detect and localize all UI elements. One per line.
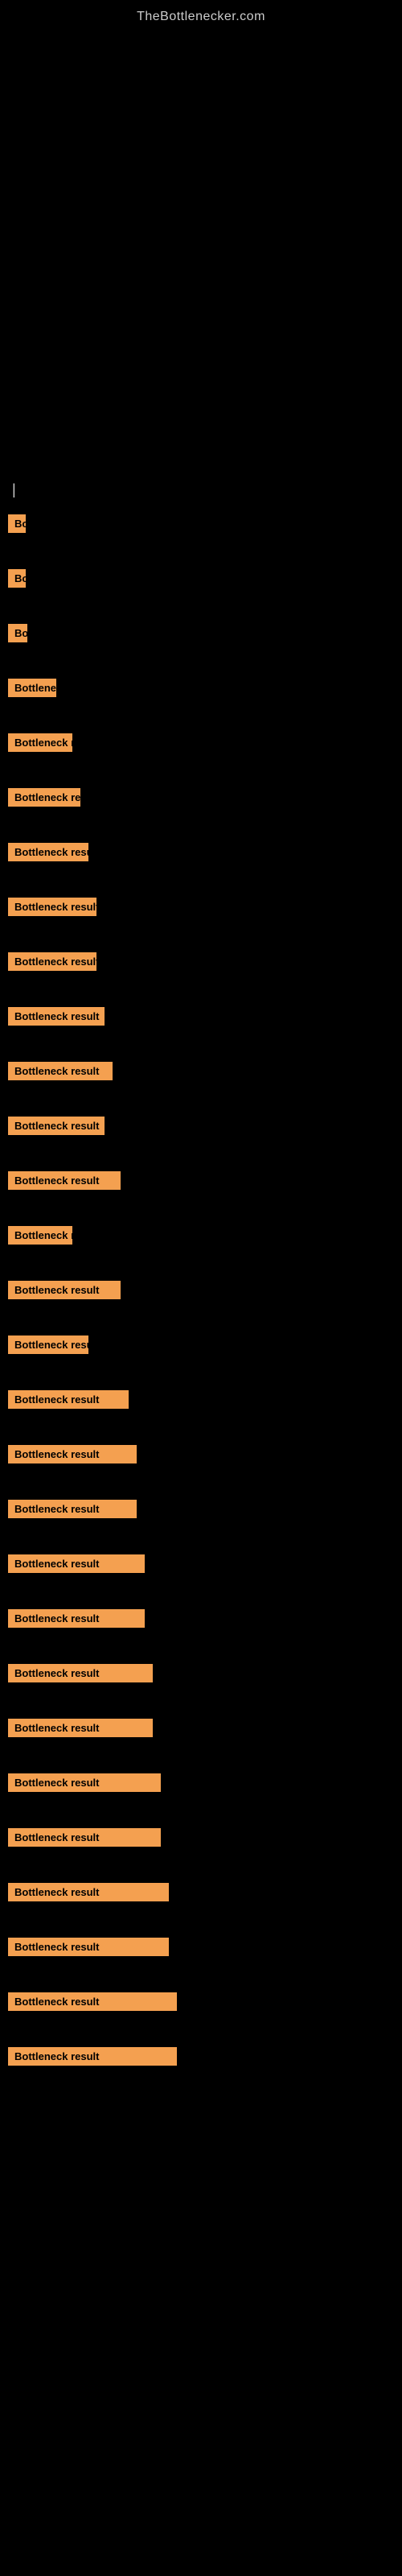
list-item: Bottleneck result [8, 514, 394, 553]
bottleneck-result-badge[interactable]: Bottleneck result [8, 1938, 169, 1956]
bottleneck-result-badge[interactable]: Bottleneck result [8, 1609, 145, 1628]
list-item: Bottleneck result [8, 1445, 394, 1484]
bottleneck-result-badge[interactable]: Bottleneck result [8, 1007, 105, 1026]
bottleneck-result-badge[interactable]: Bottleneck result [8, 1335, 88, 1354]
site-title: TheBottlenecker.com [0, 0, 402, 31]
list-item: Bottleneck result [8, 898, 394, 936]
list-item: Bottleneck result [8, 788, 394, 827]
list-item: Bottleneck result [8, 1554, 394, 1593]
bottleneck-result-badge[interactable]: Bottleneck result [8, 1171, 121, 1190]
bottleneck-list: Bottleneck result Bottleneck result Bottle… [8, 514, 394, 2086]
list-item: Bottleneck result [8, 1883, 394, 1922]
cursor-indicator: | [8, 481, 394, 498]
bottleneck-result-badge[interactable]: Bottleneck result [8, 1281, 121, 1299]
list-item: Bottleneck result [8, 1062, 394, 1100]
list-item: Bottleneck result [8, 2047, 394, 2086]
bottleneck-result-badge[interactable]: Bottleneck result [8, 1390, 129, 1409]
bottleneck-result-badge[interactable]: Bottleneck result [8, 1445, 137, 1463]
bottleneck-result-badge[interactable]: Bottleneck result [8, 624, 27, 642]
bottleneck-result-badge[interactable]: Bottleneck result [8, 514, 26, 533]
list-item: Bottleneck result [8, 1664, 394, 1703]
list-item: Bottleneck result [8, 1773, 394, 1812]
list-item: Bottleneck result [8, 733, 394, 772]
bottleneck-result-badge[interactable]: Bottleneck result [8, 1062, 113, 1080]
list-item: Bottleneck result [8, 843, 394, 881]
list-item: Bottleneck result [8, 1609, 394, 1648]
bottleneck-result-badge[interactable]: Bottleneck result [8, 1500, 137, 1518]
list-item: Bottleneck result [8, 1117, 394, 1155]
bottleneck-result-badge[interactable]: Bottleneck result [8, 1554, 145, 1573]
bottleneck-result-badge[interactable]: Bottleneck result [8, 569, 26, 588]
list-item: Bottleneck result [8, 1390, 394, 1429]
bottleneck-result-badge[interactable]: Bottleneck result [8, 952, 96, 971]
list-item: Bottleneck result [8, 1828, 394, 1867]
bottleneck-result-badge[interactable]: Bottleneck result [8, 1117, 105, 1135]
bottleneck-result-badge[interactable]: Bottleneck result [8, 1664, 153, 1682]
list-item: Bottleneck result [8, 1226, 394, 1265]
list-item: Bottleneck result [8, 679, 394, 717]
list-item: Bottleneck result [8, 1281, 394, 1319]
list-item: Bottleneck result [8, 1500, 394, 1538]
site-header: TheBottlenecker.com [0, 0, 402, 31]
bottleneck-result-badge[interactable]: Bottleneck result [8, 1828, 161, 1847]
list-item: Bottleneck result [8, 1171, 394, 1210]
bottleneck-result-badge[interactable]: Bottleneck result [8, 2047, 177, 2066]
bottleneck-result-badge[interactable]: Bottleneck result [8, 1719, 153, 1737]
list-item: Bottleneck result [8, 1007, 394, 1046]
bottleneck-result-badge[interactable]: Bottleneck result [8, 843, 88, 861]
bottleneck-result-badge[interactable]: Bottleneck result [8, 733, 72, 752]
list-item: Bottleneck result [8, 1992, 394, 2031]
bottleneck-result-badge[interactable]: Bottleneck result [8, 898, 96, 916]
list-item: Bottleneck result [8, 1719, 394, 1757]
bottleneck-result-badge[interactable]: Bottleneck result [8, 788, 80, 807]
list-item: Bottleneck result [8, 1938, 394, 1976]
bottleneck-result-badge[interactable]: Bottleneck result [8, 1773, 161, 1792]
main-content: | Bottleneck resultBottleneck resultBott… [0, 481, 402, 2086]
bottleneck-result-badge[interactable]: Bottleneck result [8, 1992, 177, 2011]
bottleneck-result-badge[interactable]: Bottleneck result [8, 1226, 72, 1245]
list-item: Bottleneck result [8, 569, 394, 608]
list-item: Bottleneck result [8, 1335, 394, 1374]
bottleneck-result-badge[interactable]: Bottleneck result [8, 1883, 169, 1901]
bottleneck-result-badge[interactable]: Bottleneck result [8, 679, 56, 697]
list-item: Bottleneck result [8, 952, 394, 991]
list-item: Bottleneck result [8, 624, 394, 663]
